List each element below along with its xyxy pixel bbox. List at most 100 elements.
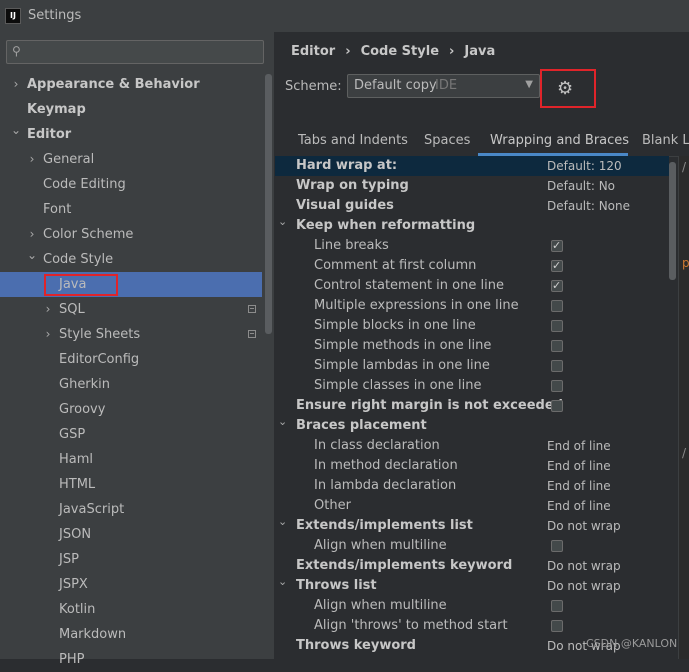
option-label: Multiple expressions in one line xyxy=(314,298,519,313)
sidebar-item-label: PHP xyxy=(59,652,85,667)
option-row[interactable]: ⌄ Extends/implements list Do not wrap xyxy=(275,515,669,536)
scheme-dropdown[interactable]: Default copy IDE ▼ xyxy=(347,74,540,98)
option-row[interactable]: Wrap on typing Default: No xyxy=(275,176,669,196)
chevron-down-icon[interactable]: ⌄ xyxy=(278,212,288,232)
sidebar-item-java[interactable]: Java xyxy=(0,272,262,297)
chevron-right-icon[interactable]: › xyxy=(10,72,22,97)
option-row[interactable]: Align 'throws' to method start xyxy=(275,616,669,636)
sidebar-item-gsp[interactable]: GSP xyxy=(0,422,274,447)
sidebar-item-style-sheets[interactable]: › Style Sheets xyxy=(0,322,274,347)
option-checkbox[interactable] xyxy=(551,380,563,392)
option-row[interactable]: Hard wrap at: Default: 120 xyxy=(275,156,669,176)
option-row[interactable]: Align when multiline xyxy=(275,596,669,616)
option-value[interactable]: Default: None xyxy=(547,196,630,216)
option-row[interactable]: Visual guides Default: None xyxy=(275,196,669,216)
option-row[interactable]: In class declaration End of line xyxy=(275,436,669,456)
sidebar-item-markdown[interactable]: Markdown xyxy=(0,622,274,647)
chevron-right-icon[interactable]: › xyxy=(26,147,38,172)
option-value[interactable]: Do not wrap xyxy=(547,556,621,576)
breadcrumb-item[interactable]: Editor xyxy=(291,44,335,59)
option-value[interactable]: Do not wrap xyxy=(547,576,621,596)
option-row[interactable]: In lambda declaration End of line xyxy=(275,476,669,496)
option-checkbox[interactable] xyxy=(551,300,563,312)
option-value[interactable]: Default: No xyxy=(547,176,615,196)
option-row[interactable]: Simple methods in one line xyxy=(275,336,669,356)
preview-glyph: p xyxy=(682,256,689,270)
sidebar-item-label: Keymap xyxy=(27,102,86,117)
tab-spaces[interactable]: Spaces xyxy=(424,133,470,148)
chevron-down-icon[interactable]: ⌄ xyxy=(278,572,288,592)
sidebar-item-code-style[interactable]: ⌄ Code Style xyxy=(0,247,274,272)
breadcrumb-item[interactable]: Java xyxy=(464,44,495,59)
sidebar-item-editorconfig[interactable]: EditorConfig xyxy=(0,347,274,372)
option-checkbox[interactable] xyxy=(551,620,563,632)
option-row[interactable]: Comment at first column xyxy=(275,256,669,276)
option-row[interactable]: ⌄ Braces placement xyxy=(275,415,669,436)
option-value[interactable]: End of line xyxy=(547,496,611,516)
breadcrumb-separator: › xyxy=(345,44,351,59)
chevron-down-icon[interactable]: ⌄ xyxy=(10,118,22,143)
option-value[interactable]: End of line xyxy=(547,456,611,476)
sidebar-item-json[interactable]: JSON xyxy=(0,522,274,547)
sidebar-item-font[interactable]: Font xyxy=(0,197,274,222)
option-value[interactable]: End of line xyxy=(547,436,611,456)
chevron-right-icon[interactable]: › xyxy=(42,322,54,347)
option-value[interactable]: Default: 120 xyxy=(547,156,622,176)
option-checkbox[interactable] xyxy=(551,340,563,352)
option-checkbox[interactable] xyxy=(551,236,563,256)
chevron-down-icon[interactable]: ⌄ xyxy=(278,512,288,532)
search-input[interactable]: ⚲ xyxy=(6,40,264,64)
chevron-right-icon[interactable]: › xyxy=(42,297,54,322)
tab-tabs-and-indents[interactable]: Tabs and Indents xyxy=(298,133,408,148)
option-label: Simple classes in one line xyxy=(314,378,482,393)
chevron-down-icon[interactable]: ⌄ xyxy=(278,412,288,432)
breadcrumb: Editor › Code Style › Java xyxy=(291,44,505,59)
sidebar-item-appearance-behavior[interactable]: › Appearance & Behavior xyxy=(0,72,274,97)
sidebar-item-html[interactable]: HTML xyxy=(0,472,274,497)
sidebar-item-jsp[interactable]: JSP xyxy=(0,547,274,572)
option-checkbox[interactable] xyxy=(551,540,563,552)
option-label: Other xyxy=(314,498,351,513)
sidebar-item-keymap[interactable]: Keymap xyxy=(0,97,274,122)
option-row[interactable]: ⌄ Keep when reformatting xyxy=(275,215,669,236)
option-row[interactable]: Line breaks xyxy=(275,236,669,256)
option-row[interactable]: Control statement in one line xyxy=(275,276,669,296)
option-row[interactable]: Simple classes in one line xyxy=(275,376,669,396)
option-row[interactable]: Ensure right margin is not exceeded xyxy=(275,396,669,416)
sidebar-item-kotlin[interactable]: Kotlin xyxy=(0,597,274,622)
sidebar-item-editor[interactable]: ⌄ Editor xyxy=(0,122,274,147)
option-row[interactable]: Extends/implements keyword Do not wrap xyxy=(275,556,669,576)
tab-wrapping-and-braces[interactable]: Wrapping and Braces xyxy=(490,133,629,148)
sidebar-item-code-editing[interactable]: Code Editing xyxy=(0,172,274,197)
option-checkbox[interactable] xyxy=(551,600,563,612)
option-row[interactable]: Simple blocks in one line xyxy=(275,316,669,336)
option-value[interactable]: End of line xyxy=(547,476,611,496)
sidebar-item-javascript[interactable]: JavaScript xyxy=(0,497,274,522)
option-row[interactable]: Other End of line xyxy=(275,496,669,516)
sidebar-item-gherkin[interactable]: Gherkin xyxy=(0,372,274,397)
sidebar-item-php[interactable]: PHP xyxy=(0,647,274,672)
sidebar-item-haml[interactable]: Haml xyxy=(0,447,274,472)
option-row[interactable]: In method declaration End of line xyxy=(275,456,669,476)
option-checkbox[interactable] xyxy=(551,320,563,332)
sidebar-item-color-scheme[interactable]: › Color Scheme xyxy=(0,222,274,247)
tab-blank-lin[interactable]: Blank Lin xyxy=(642,133,689,148)
options-scrollbar[interactable] xyxy=(669,162,676,280)
sidebar-item-general[interactable]: › General xyxy=(0,147,274,172)
option-row[interactable]: Align when multiline xyxy=(275,536,669,556)
sidebar-scrollbar[interactable] xyxy=(265,74,272,334)
breadcrumb-item[interactable]: Code Style xyxy=(361,44,439,59)
option-row[interactable]: Multiple expressions in one line xyxy=(275,296,669,316)
option-checkbox[interactable] xyxy=(551,360,563,372)
chevron-down-icon[interactable]: ⌄ xyxy=(26,243,38,268)
sidebar-item-sql[interactable]: › SQL xyxy=(0,297,274,322)
option-row[interactable]: Simple lambdas in one line xyxy=(275,356,669,376)
option-value[interactable]: Do not wrap xyxy=(547,516,621,536)
sidebar-item-groovy[interactable]: Groovy xyxy=(0,397,274,422)
sidebar-item-jspx[interactable]: JSPX xyxy=(0,572,274,597)
option-row[interactable]: ⌄ Throws list Do not wrap xyxy=(275,575,669,596)
option-checkbox[interactable] xyxy=(551,400,563,412)
option-checkbox[interactable] xyxy=(551,276,563,296)
option-checkbox[interactable] xyxy=(551,256,563,276)
scheme-settings-button[interactable]: ⚙ xyxy=(540,69,596,108)
